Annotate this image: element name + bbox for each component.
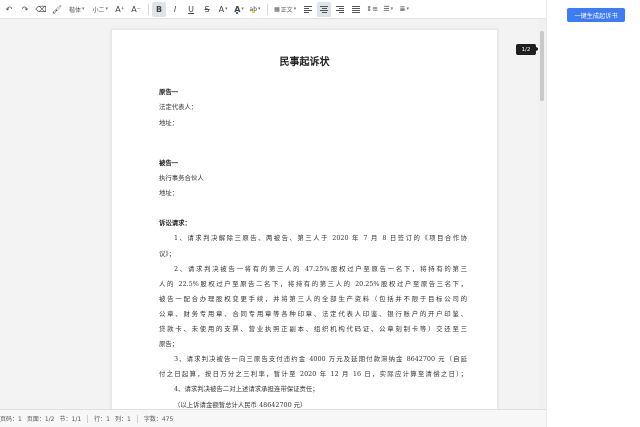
chevron-down-icon: ▾ [82,6,85,12]
align-right-button[interactable] [333,2,347,17]
format-painter-icon[interactable]: 🖌 [50,2,64,17]
toolbar-divider [267,3,269,15]
status-divider [136,414,138,423]
font-family-value: 楷体 [69,6,82,14]
document-page[interactable]: 民事起诉状 原告一 法定代表人： 地址： 被告一 执行事务合伙人 地址： 诉讼请… [111,29,498,427]
status-divider [87,414,89,423]
formatting-toolbar: ↶ ↷ ⌫ 🖌 楷体 ▾ 小二 ▾ A⁺ A⁻ B I U S A ▾ A ▾ ab ▾ … [0,0,546,19]
highlight-icon: ab [249,5,258,13]
status-column: 列：1 [115,416,131,423]
highlight-button[interactable]: ab ▾ [248,2,262,17]
claim-line: 付之日起算，按日万分之三利率，暂计至 2020 年 12 月 16 日，实际应计… [159,370,467,378]
paragraph-style-select[interactable]: ▦ 正文 ▾ [271,2,299,17]
status-page-index: 页码：1 [0,416,22,423]
redo-icon[interactable]: ↷ [18,2,32,17]
defendant-address: 地址： [159,189,179,197]
italic-button[interactable]: I [168,2,182,17]
align-justify-icon [352,5,361,13]
align-justify-button[interactable] [349,2,363,17]
claim-line: 3、请求判决被告一向三原告支付违约金 4000 万元及延期付款滞纳金 86427… [174,355,467,363]
claim-line: 原告； [159,340,179,348]
scrollbar-thumb[interactable] [540,31,544,101]
chevron-down-icon: ▾ [105,6,109,12]
align-center-icon [320,5,329,13]
status-word-count: 字数：475 [143,416,174,423]
plaintiff-address: 地址： [159,119,179,127]
more-format-button[interactable]: ≣ ▾ [397,2,411,17]
status-section: 节：1/1 [59,416,82,423]
font-grow-button[interactable]: A⁺ [113,2,127,17]
claim-line: 议》； [159,250,175,258]
right-side-panel: 一键生成起诉书 [546,0,640,427]
font-shrink-button[interactable]: A⁻ [129,2,143,17]
style-icon: ▦ [274,5,280,13]
strikethrough-button[interactable]: S [200,2,214,17]
claim-line: 4、请求判决被告二对上述请求承担连带保证责任； [174,385,319,393]
paragraph-style-value: 正文 [280,6,293,14]
claim-line: 贷款卡、未使用的支票、营业执照正副本、组织机构代码证、公章刻制卡等）交还至三 [159,325,467,333]
toolbar-divider [148,3,150,15]
font-family-select[interactable]: 楷体 ▾ [66,2,88,17]
eraser-icon[interactable]: ⌫ [34,2,48,17]
status-row: 行：1 [94,416,110,423]
vertical-scrollbar[interactable] [538,19,546,409]
align-center-button[interactable] [317,1,332,17]
align-left-icon [304,5,313,13]
undo-icon[interactable]: ↶ [2,2,16,17]
line-spacing-button[interactable]: ⇕≡ [365,2,379,17]
claim-line: 1、请求判决解除三原告、两被告、第三人于 2020 年 7 月 8 日签订的《项… [174,234,467,242]
claim-line: 被告一配合办理股权变更手续，并将第三人的全部生产资料（包括并不限于目标公司的 [159,295,467,303]
document-title: 民事起诉状 [279,57,330,68]
editor-area: ↶ ↷ ⌫ 🖌 楷体 ▾ 小二 ▾ A⁺ A⁻ B I U S A ▾ A ▾ ab ▾ … [0,0,546,427]
list-icon: ☰ [383,5,390,13]
underline-button[interactable]: U [184,2,198,17]
status-pages: 页面：1/2 [26,416,55,423]
status-bar: 页码：1 页面：1/2 节：1/1 行：1 列：1 字数：475 [0,409,546,427]
more-format-icon: ≣ [399,5,406,13]
claim-line: 公章、财务专用章、合同专用章等各种印章、法定代表人印鉴、银行账户的开户印鉴、 [159,310,467,318]
plaintiff-legal-representative: 法定代表人： [159,103,198,111]
font-size-value: 小二 [92,6,105,14]
claim-line: 2、请求判决被告一将有的第三人的 47.25%股权过户至原告一名下，将持有的第三 [174,265,467,273]
align-left-button[interactable] [301,2,315,17]
claim-line: 人的 22.5%股权过户至原告二名下，将持有的第三人的 20.25%股权过户至原… [159,280,467,288]
font-size-select[interactable]: 小二 ▾ [90,2,112,17]
defendant-heading: 被告一 [159,159,179,167]
align-right-icon [336,5,345,13]
font-color-button[interactable]: A ▾ [232,2,246,17]
page-indicator-badge: 1/2 [516,44,540,55]
claims-heading: 诉讼请求： [159,219,191,227]
line-spacing-icon: ⇕≡ [366,5,379,13]
list-button[interactable]: ☰ ▾ [381,2,395,17]
claim-line: （以上诉请金额暂总计人民币 48642700 元） [174,401,307,409]
font-color-icon: A [234,4,241,14]
generate-complaint-button[interactable]: 一键生成起诉书 [567,8,625,22]
bold-button[interactable]: B [152,1,167,17]
superscript-button[interactable]: A ▾ [216,2,230,17]
chevron-down-icon: ▾ [293,6,297,12]
plaintiff-heading: 原告一 [159,88,179,96]
defendant-managing-partner: 执行事务合伙人 [159,174,204,182]
